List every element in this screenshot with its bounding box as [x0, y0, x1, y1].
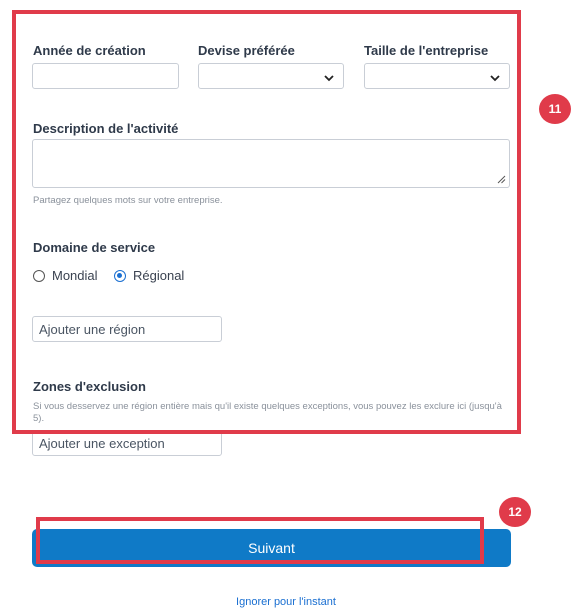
- add-exception-placeholder: Ajouter une exception: [39, 436, 165, 451]
- annotation-badge-12: 12: [499, 497, 531, 527]
- annotation-highlight-12: [36, 517, 484, 564]
- skip-link[interactable]: Ignorer pour l'instant: [0, 596, 572, 608]
- annotation-badge-11: 11: [539, 94, 571, 124]
- annotation-highlight-11: [12, 10, 521, 434]
